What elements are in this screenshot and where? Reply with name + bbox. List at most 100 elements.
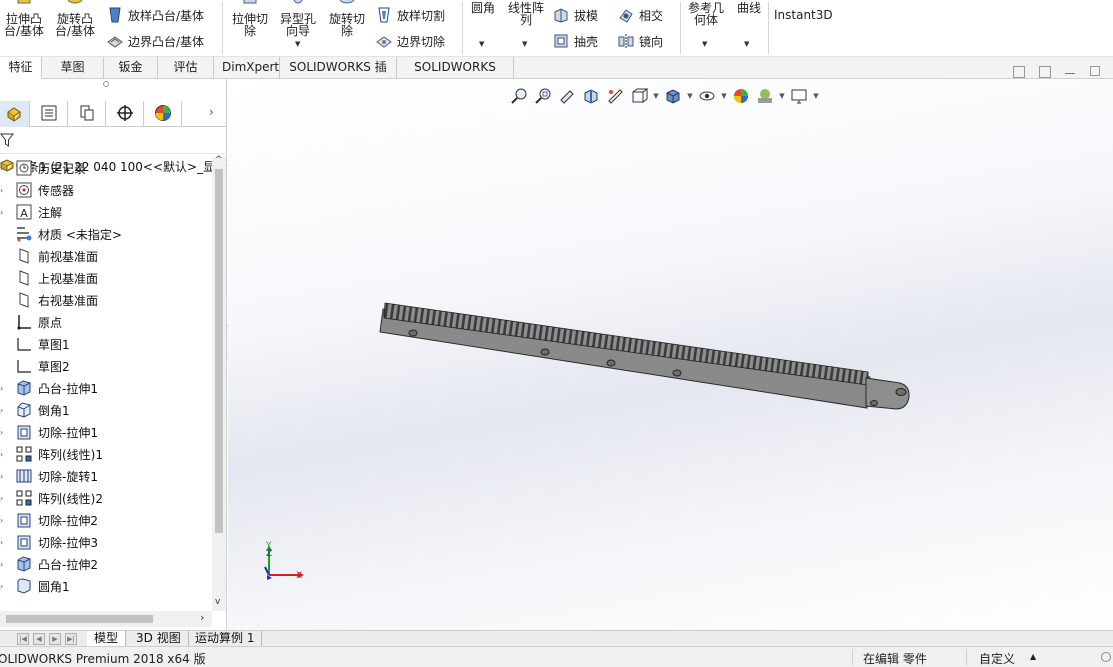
graphics-area[interactable]: ▼ ▼ ▼ ▼ ▼ X Y Z [228, 79, 1113, 630]
tree-item[interactable]: › 切除-拉伸2 [0, 509, 212, 531]
tree-item[interactable]: 上视基准面 [0, 267, 212, 289]
tree-item[interactable]: › 切除-拉伸1 [0, 421, 212, 443]
draft-button[interactable]: 拔模 [552, 5, 598, 25]
tab-3d-view[interactable]: 3D 视图 [129, 631, 189, 647]
tree-horizontal-scrollbar[interactable]: › [0, 611, 212, 627]
extrude-cut-button[interactable]: 拉伸切 除 [228, 0, 272, 37]
mirror-button[interactable]: 镜向 [617, 31, 663, 51]
tabs-overflow-icon[interactable]: › [209, 105, 214, 119]
intersect-button[interactable]: 相交 [617, 5, 663, 25]
tree-item[interactable]: 草图2 [0, 355, 212, 377]
units-dropdown-icon[interactable]: ▲ [1030, 652, 1036, 661]
tree-item[interactable]: › 传感器 [0, 179, 212, 201]
status-units[interactable]: 自定义 [979, 650, 1015, 667]
tree-item[interactable]: › 历史记录 [0, 157, 212, 179]
expand-arrow-icon[interactable]: › [0, 384, 3, 393]
tree-item[interactable]: › 切除-拉伸3 [0, 531, 212, 553]
revolve-cut-button[interactable]: 旋转切 除 [325, 0, 369, 37]
first-tab-icon[interactable]: |◀ [17, 633, 29, 645]
tree-item[interactable]: › 阵列(线性)2 [0, 487, 212, 509]
tree-item[interactable]: 草图1 [0, 333, 212, 355]
reference-geometry-dropdown-icon[interactable]: ▼ [702, 40, 707, 48]
panel-grip[interactable] [103, 81, 109, 87]
expand-arrow-icon[interactable]: › [0, 472, 3, 481]
tree-item-label: 凸台-拉伸1 [38, 381, 98, 396]
tree-item[interactable]: › 凸台-拉伸1 [0, 377, 212, 399]
scroll-thumb[interactable] [215, 169, 223, 533]
tree-item[interactable]: › 阵列(线性)1 [0, 443, 212, 465]
tab-configuration-manager[interactable] [68, 101, 106, 127]
tab-display-manager[interactable] [144, 101, 182, 127]
shell-button[interactable]: 抽壳 [552, 31, 598, 51]
extrude-boss-button[interactable]: 拉伸凸 台/基体 [2, 0, 46, 37]
tab-dimxpert-manager[interactable] [106, 101, 144, 127]
tab-property-manager[interactable] [30, 101, 68, 127]
tab-feature-manager[interactable] [0, 101, 30, 127]
loft-boss-button[interactable]: 放样凸台/基体 [106, 5, 204, 25]
linear-pattern-icon [15, 445, 33, 463]
next-tab-icon[interactable]: ▶ [49, 633, 61, 645]
linear-pattern-dropdown-icon[interactable]: ▼ [522, 40, 527, 48]
expand-arrow-icon[interactable]: › [0, 538, 3, 547]
restore-icon[interactable] [1090, 66, 1100, 76]
scroll-down-icon[interactable]: v [215, 597, 220, 607]
loft-cut-button[interactable]: 放样切割 [375, 5, 445, 25]
panel-right-icon[interactable] [1039, 66, 1051, 78]
tree-item[interactable]: › 倒角1 [0, 399, 212, 421]
minimize-icon[interactable] [1065, 66, 1075, 74]
expand-arrow-icon[interactable]: › [0, 208, 3, 217]
expand-arrow-icon[interactable]: › [0, 186, 3, 195]
scroll-up-icon[interactable]: ^ [215, 155, 223, 165]
tree-item[interactable]: › 切除-旋转1 [0, 465, 212, 487]
curves-button[interactable]: 曲线 [732, 2, 766, 14]
tab-solidworks-mbd[interactable]: SOLIDWORKS MBD [397, 57, 514, 95]
boundary-boss-button[interactable]: 边界凸台/基体 [106, 31, 204, 51]
boundary-cut-button[interactable]: 边界切除 [375, 31, 445, 51]
fillet-button[interactable]: 圆角 [466, 2, 500, 14]
last-tab-icon[interactable]: ▶| [65, 633, 77, 645]
expand-arrow-icon[interactable]: › [0, 582, 3, 591]
tree-item[interactable]: › 凸台-拉伸2 [0, 553, 212, 575]
filter-icon[interactable] [0, 133, 14, 150]
loft-boss-icon [106, 6, 124, 24]
tab-model[interactable]: 模型 [87, 631, 127, 647]
panel-left-icon[interactable] [1013, 66, 1025, 78]
boss-extrude-icon [15, 555, 33, 573]
tree-item[interactable]: 原点 [0, 311, 212, 333]
expand-arrow-icon[interactable]: › [0, 450, 3, 459]
tab-evaluate[interactable]: 评估 [158, 57, 214, 79]
status-app-name: OLIDWORKS Premium 2018 x64 版 [0, 652, 206, 666]
tab-features[interactable]: 特征 [0, 57, 42, 79]
scroll-thumb[interactable] [6, 615, 153, 623]
tree-item[interactable]: 前视基准面 [0, 245, 212, 267]
help-icon[interactable] [1101, 652, 1111, 662]
tree-item[interactable]: › A 注解 [0, 201, 212, 223]
reference-geometry-button[interactable]: 参考几 何体 [684, 2, 728, 26]
expand-arrow-icon[interactable]: › [0, 560, 3, 569]
tab-solidworks-addins[interactable]: SOLIDWORKS 插件 [280, 57, 397, 95]
tree-vertical-scrollbar[interactable]: ^ v [212, 155, 226, 611]
previous-tab-icon[interactable]: ◀ [33, 633, 45, 645]
expand-arrow-icon[interactable]: › [0, 516, 3, 525]
tree-item[interactable]: 材质 <未指定> [0, 223, 212, 245]
tree-item[interactable]: › 圆角1 [0, 575, 212, 597]
revolve-boss-button[interactable]: 旋转凸 台/基体 [53, 0, 97, 37]
curves-dropdown-icon[interactable]: ▼ [744, 40, 749, 48]
tab-sheet-metal[interactable]: 钣金 [104, 57, 158, 79]
gear-rack-model[interactable] [228, 79, 1113, 630]
expand-arrow-icon[interactable]: › [0, 494, 3, 503]
scroll-right-icon[interactable]: › [200, 611, 204, 624]
expand-arrow-icon[interactable]: › [0, 428, 3, 437]
linear-pattern-button[interactable]: 线性阵 列 [504, 2, 548, 26]
tab-motion-study[interactable]: 运动算例 1 [188, 631, 263, 647]
expand-arrow-icon[interactable]: › [0, 164, 3, 173]
expand-arrow-icon[interactable]: › [0, 406, 3, 415]
tab-dimxpert[interactable]: DimXpert [214, 57, 280, 79]
hole-wizard-dropdown-icon[interactable]: ▼ [295, 40, 300, 48]
tree-item[interactable]: 右视基准面 [0, 289, 212, 311]
tree-item-label: 切除-旋转1 [38, 469, 98, 484]
instant3d-button[interactable]: Instant3D [774, 5, 833, 25]
tab-sketch[interactable]: 草图 [42, 57, 104, 79]
fillet-dropdown-icon[interactable]: ▼ [479, 40, 484, 48]
hole-wizard-button[interactable]: 异型孔 向导 [276, 0, 320, 37]
